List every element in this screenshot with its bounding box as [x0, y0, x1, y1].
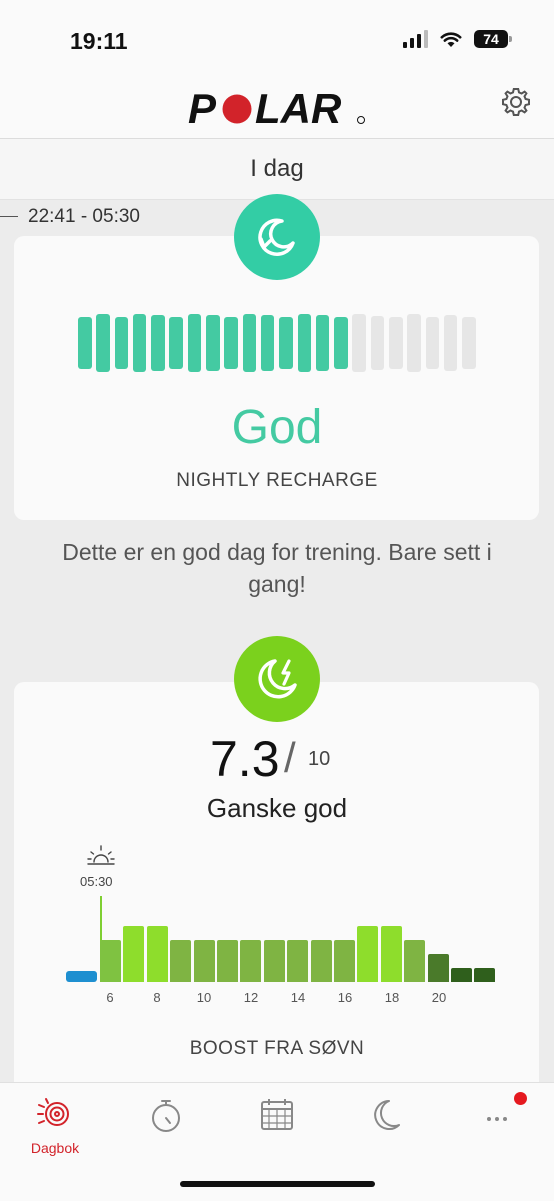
stopwatch-icon: [152, 1100, 180, 1132]
recharge-bar-empty: [425, 317, 440, 369]
sleep-score-label: Ganske god: [206, 793, 348, 823]
chart-bar: [380, 926, 402, 982]
cellular-signal-icon: [403, 30, 428, 48]
logo-red-dot: [222, 94, 252, 124]
chart-x-tick: 18: [384, 990, 400, 1005]
sleep-boost-chart: [62, 900, 496, 982]
recharge-bar-filled: [114, 317, 129, 369]
chart-bar: [334, 940, 355, 982]
nightly-recharge-icon: [234, 194, 320, 280]
recharge-bar-filled: [334, 317, 348, 369]
chart-bar: [240, 940, 262, 982]
recharge-bar-filled: [279, 317, 293, 369]
recharge-status: God: [231, 401, 323, 454]
sunrise-icon: [87, 845, 115, 865]
boost-label: BOOST FRA SØVN: [189, 1038, 365, 1059]
recharge-bar-filled: [78, 317, 92, 369]
calendar-icon: [261, 1099, 293, 1130]
sleep-boost-icon: [234, 636, 320, 722]
more-icon: [487, 1117, 507, 1121]
recharge-bar-filled: [297, 314, 312, 372]
sleep-score-value: 7.3: [210, 731, 280, 787]
chart-x-tick: 12: [243, 990, 259, 1005]
chart-bar: [66, 971, 97, 982]
recharge-bar-filled: [96, 314, 110, 372]
recharge-bar-filled: [315, 315, 330, 371]
recharge-bar-filled: [132, 314, 147, 372]
recharge-bar-empty: [443, 315, 458, 371]
chart-bar: [287, 940, 309, 982]
recharge-bar-empty: [462, 317, 476, 369]
logo-letters-lar: LAR: [255, 86, 342, 132]
status-time: 19:11: [70, 28, 128, 54]
recharge-bar-empty: [352, 314, 366, 372]
chart-bar: [146, 926, 168, 982]
recharge-bar-filled: [242, 314, 257, 372]
recharge-bar-filled: [151, 315, 165, 371]
recharge-level-bars: [78, 314, 476, 372]
day-title: I dag: [250, 155, 304, 182]
chart-bar: [193, 940, 215, 982]
recharge-bar-empty: [389, 317, 403, 369]
recharge-bar-filled: [169, 317, 183, 369]
chart-bar: [427, 954, 449, 982]
chart-bar: [100, 940, 121, 982]
recharge-bar-filled: [206, 315, 220, 371]
tab-sleep[interactable]: [350, 1095, 420, 1140]
chart-bar: [357, 926, 379, 982]
recharge-bar-filled: [260, 315, 275, 371]
diary-icon: [37, 1098, 69, 1126]
recharge-bar-filled: [187, 314, 202, 372]
sleep-time-range: 22:41 - 05:30: [28, 206, 140, 227]
chart-bar: [263, 940, 285, 982]
notification-badge: [514, 1092, 527, 1105]
chart-bar: [123, 926, 145, 982]
chart-x-tick: 10: [196, 990, 212, 1005]
recharge-label: NIGHTLY RECHARGE: [176, 470, 378, 491]
moon-icon: [374, 1100, 400, 1130]
gear-icon[interactable]: [500, 86, 532, 118]
app-header: P LAR: [0, 80, 554, 139]
day-selector[interactable]: I dag: [0, 139, 554, 200]
tab-calendar[interactable]: [242, 1095, 312, 1140]
chart-bar: [474, 968, 496, 982]
tab-diary[interactable]: Dagbok: [20, 1095, 90, 1156]
training-message: Dette er en god dag for trening. Bare se…: [62, 539, 492, 597]
chart-x-tick: 6: [106, 990, 114, 1005]
chart-bar: [310, 940, 332, 982]
chart-x-tick: 8: [153, 990, 161, 1005]
wifi-icon: [440, 31, 462, 47]
chart-bar: [451, 968, 472, 982]
chart-bar: [404, 940, 426, 982]
sleep-score-max: 10: [308, 748, 331, 770]
recharge-bar-filled: [224, 317, 238, 369]
sleep-score-slash: /: [284, 734, 296, 781]
chart-x-tick: 20: [431, 990, 447, 1005]
battery-indicator: 74: [474, 30, 512, 48]
tab-training[interactable]: [131, 1095, 201, 1140]
logo-letter-p: P: [188, 86, 217, 132]
chart-x-tick: 14: [290, 990, 306, 1005]
status-icons: 74: [403, 30, 512, 48]
tab-diary-label: Dagbok: [30, 1140, 80, 1156]
chart-bar: [217, 940, 238, 982]
chart-x-tick: 16: [337, 990, 353, 1005]
recharge-bar-empty: [370, 316, 385, 370]
wake-time: 05:30: [80, 874, 113, 889]
chart-x-axis: 6 8 10 12 14 16 18 20: [0, 990, 554, 1010]
chart-bar: [170, 940, 192, 982]
recharge-bar-empty: [407, 314, 421, 372]
home-indicator: [180, 1181, 375, 1187]
timeline-line: [0, 216, 18, 217]
polar-logo: P LAR: [188, 86, 365, 132]
status-bar: 19:11 74: [0, 0, 554, 80]
